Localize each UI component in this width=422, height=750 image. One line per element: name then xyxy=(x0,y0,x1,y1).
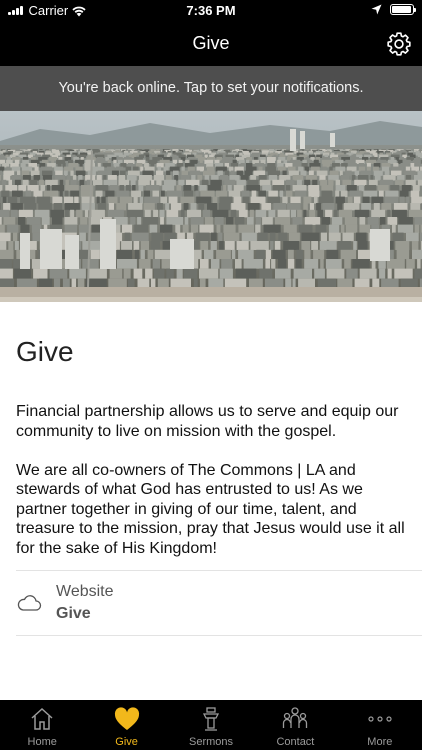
notification-banner[interactable]: You're back online. Tap to set your noti… xyxy=(0,66,422,111)
cloud-icon xyxy=(17,595,42,611)
paragraph: We are all co-owners of The Commons | LA… xyxy=(16,461,405,557)
page-title: Give xyxy=(16,336,74,367)
battery-icon xyxy=(390,4,416,15)
location-arrow-icon xyxy=(371,4,382,15)
tab-label: Contact xyxy=(276,736,315,748)
tab-label: Sermons xyxy=(189,736,234,748)
tab-contact[interactable]: Contact xyxy=(253,700,337,750)
heart-icon xyxy=(114,707,139,730)
people-icon xyxy=(283,707,308,728)
tab-more[interactable]: More xyxy=(338,700,422,750)
tab-label: More xyxy=(367,736,393,748)
status-bar: Carrier 7:36 PM xyxy=(0,0,422,22)
tab-home[interactable]: Home xyxy=(0,700,84,750)
link-label: Website xyxy=(56,583,114,600)
more-icon xyxy=(368,716,392,722)
home-icon xyxy=(31,707,53,730)
status-time: 7:36 PM xyxy=(186,3,236,18)
nav-title: Give xyxy=(192,33,230,53)
tab-sermons[interactable]: Sermons xyxy=(169,700,253,750)
tab-label: Home xyxy=(27,736,57,748)
tab-label: Give xyxy=(115,736,138,748)
website-link-row[interactable]: Website Give xyxy=(16,570,422,636)
podium-icon xyxy=(202,707,220,731)
gear-icon[interactable] xyxy=(386,31,412,57)
navigation-bar: Give xyxy=(0,22,422,66)
tab-give[interactable]: Give xyxy=(84,700,168,750)
hero-city-image xyxy=(0,111,422,302)
paragraph: Financial partnership allows us to serve… xyxy=(16,403,399,440)
tab-bar: Home Give Sermons Contact More xyxy=(0,700,422,750)
link-value: Give xyxy=(56,605,91,622)
description: Financial partnership allows us to serve… xyxy=(16,402,410,558)
status-right xyxy=(371,4,416,15)
